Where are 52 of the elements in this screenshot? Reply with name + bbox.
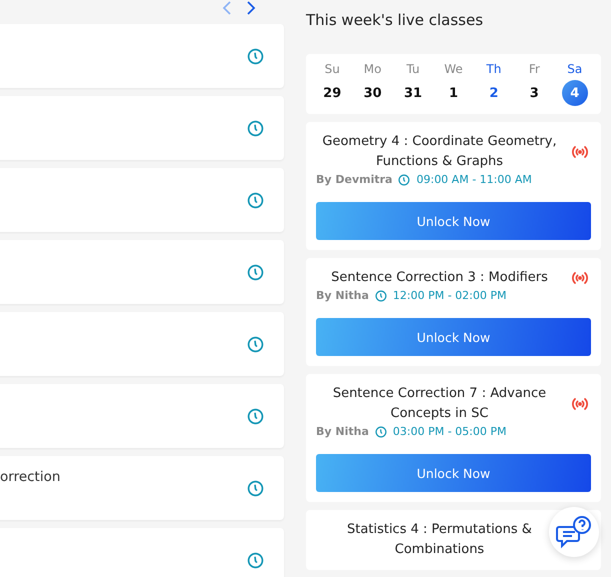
class-card[interactable] — [0, 312, 284, 376]
date-button[interactable]: 4 — [562, 80, 588, 106]
date-button[interactable]: 31 — [400, 80, 426, 106]
clock-icon — [247, 480, 264, 496]
clock-icon — [374, 290, 387, 302]
instructor-name: By Nitha — [316, 289, 369, 302]
weekday-label: Tu — [406, 62, 420, 76]
clock-icon — [247, 120, 264, 136]
class-card[interactable]: orrection — [0, 456, 284, 520]
clock-icon — [247, 408, 264, 424]
class-time: 03:00 PM - 05:00 PM — [392, 425, 506, 438]
unlock-button[interactable]: Unlock Now — [316, 202, 591, 240]
live-class-title: Statistics 4 : Permutations & Combinations — [346, 521, 533, 559]
clock-icon — [398, 174, 410, 186]
class-title: orrection — [0, 469, 60, 485]
unlock-button[interactable]: Unlock Now — [316, 318, 591, 356]
class-card[interactable] — [0, 528, 284, 577]
date-button[interactable]: 29 — [319, 80, 346, 106]
unlock-button[interactable]: Unlock Now — [316, 454, 591, 492]
live-broadcast-icon — [569, 270, 591, 286]
class-card[interactable] — [0, 240, 284, 304]
instructor-name: By Devmitra — [316, 173, 392, 186]
weekday-label: Fr — [528, 62, 540, 76]
date-button[interactable]: 2 — [480, 80, 507, 106]
live-class-title: Geometry 4 : Coordinate Geometry, Functions & Graphs — [321, 133, 558, 171]
weekday-label: Sa — [567, 62, 582, 76]
clock-icon — [374, 426, 387, 438]
weekday-label: Th — [486, 62, 502, 76]
live-broadcast-icon — [569, 396, 591, 412]
class-card[interactable] — [0, 24, 284, 88]
date-button[interactable]: 1 — [440, 80, 466, 106]
live-class-title: Sentence Correction 7 : Advance Concepts in SC — [332, 385, 548, 423]
clock-icon — [247, 552, 264, 568]
clock-icon — [247, 264, 264, 280]
clock-icon — [247, 48, 264, 64]
date-button[interactable]: 30 — [360, 80, 386, 106]
section-title: This week's live classes — [306, 10, 484, 31]
clock-icon — [247, 336, 264, 352]
instructor-name: By Nitha — [316, 425, 369, 438]
class-time: 12:00 PM - 02:00 PM — [392, 289, 506, 302]
class-card[interactable] — [0, 168, 284, 232]
class-card[interactable] — [0, 384, 284, 448]
next-button[interactable] — [246, 0, 256, 16]
live-class-title: Sentence Correction 3 : Modifiers — [330, 269, 549, 287]
class-time: 09:00 AM - 11:00 AM — [416, 173, 532, 186]
class-card[interactable] — [0, 96, 284, 160]
weekday-label: Su — [324, 62, 340, 76]
weekday-label: Mo — [364, 62, 382, 76]
date-button[interactable]: 3 — [521, 80, 548, 106]
clock-icon — [247, 192, 264, 208]
weekday-label: We — [444, 62, 463, 76]
live-broadcast-icon — [569, 144, 591, 160]
